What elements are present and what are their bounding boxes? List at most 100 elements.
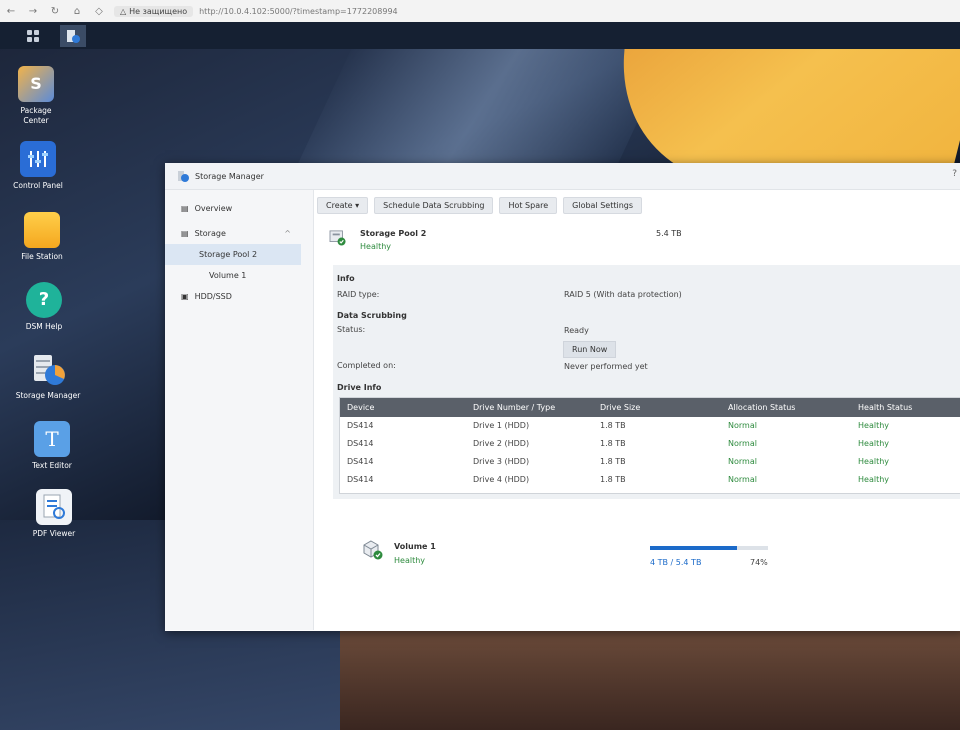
cell-device: DS414 bbox=[347, 439, 374, 448]
address-bar[interactable]: http://10.0.4.102:5000/?timestamp=177220… bbox=[199, 7, 398, 16]
sidebar-item-label: HDD/SSD bbox=[194, 292, 232, 301]
pool-size: 5.4 TB bbox=[656, 229, 682, 238]
pool-name: Storage Pool 2 bbox=[360, 229, 427, 238]
wallpaper-bottom bbox=[340, 630, 960, 730]
security-badge[interactable]: △ Не защищено bbox=[114, 5, 194, 17]
chevron-up-icon[interactable]: ^ bbox=[284, 229, 291, 238]
sidebar-item-storage[interactable]: ▤ Storage ^ bbox=[165, 223, 313, 244]
taskbar-storage-manager[interactable] bbox=[60, 25, 86, 47]
drive-table: Device Drive Number / Type Drive Size Al… bbox=[339, 397, 960, 494]
sidebar-item-hdd[interactable]: ▣ HDD/SSD bbox=[165, 286, 313, 307]
desktop-icon-control-panel[interactable]: Control Panel bbox=[2, 141, 74, 191]
shield-icon[interactable]: ◇ bbox=[88, 6, 110, 17]
grid-icon bbox=[27, 30, 39, 42]
hot-spare-button[interactable]: Hot Spare bbox=[499, 197, 558, 214]
cell-device: DS414 bbox=[347, 457, 374, 466]
column-header[interactable]: Drive Number / Type bbox=[473, 403, 555, 412]
usage-percent: 74% bbox=[750, 558, 768, 567]
sidebar-item-label: Storage Pool 2 bbox=[199, 250, 258, 259]
create-button[interactable]: Create ▾ bbox=[317, 197, 369, 214]
browser-bar: ← → ↻ ⌂ ◇ △ Не защищено http://10.0.4.10… bbox=[0, 0, 960, 23]
sidebar: ▤ Overview ▤ Storage ^ Storage Pool 2 Vo… bbox=[165, 190, 314, 630]
desktop-icon-text-editor[interactable]: T Text Editor bbox=[16, 421, 88, 471]
pool-details-panel: Info RAID type: RAID 5 (With data protec… bbox=[333, 265, 960, 499]
caret-down-icon: ▾ bbox=[355, 201, 360, 210]
home-icon[interactable]: ⌂ bbox=[66, 6, 88, 17]
hdd-icon: ▣ bbox=[181, 292, 189, 301]
table-row[interactable]: DS414 Drive 4 (HDD) 1.8 TB Normal Health… bbox=[340, 471, 960, 489]
table-row[interactable]: DS414 Drive 1 (HDD) 1.8 TB Normal Health… bbox=[340, 417, 960, 435]
sidebar-item-volume[interactable]: Volume 1 bbox=[165, 265, 313, 286]
cell-size: 1.8 TB bbox=[600, 457, 626, 466]
sidebar-item-storage-pool[interactable]: Storage Pool 2 bbox=[165, 244, 301, 265]
main-content: Create ▾ Schedule Data Scrubbing Hot Spa… bbox=[317, 190, 960, 630]
taskbar bbox=[0, 22, 960, 49]
cell-allocation: Normal bbox=[728, 421, 757, 430]
desktop-icon-label: Text Editor bbox=[32, 461, 72, 470]
desktop-icon-label: Control Panel bbox=[13, 181, 63, 190]
forward-icon[interactable]: → bbox=[22, 6, 44, 17]
desktop-icon-label: Storage Manager bbox=[15, 391, 81, 400]
scrub-status-value: Ready bbox=[564, 326, 589, 335]
pdf-viewer-icon bbox=[36, 489, 72, 525]
storage-manager-icon bbox=[67, 30, 80, 43]
cell-drive: Drive 4 (HDD) bbox=[473, 475, 530, 484]
desktop-icon-file-station[interactable]: File Station bbox=[6, 212, 78, 262]
desktop-icon-storage-manager[interactable]: Storage Manager bbox=[12, 351, 84, 401]
cell-drive: Drive 1 (HDD) bbox=[473, 421, 530, 430]
volume-row[interactable]: Volume 1 Healthy 4 TB / 5.4 TB 74% ... bbox=[362, 535, 960, 575]
desktop-icon-label: DSM Help bbox=[25, 322, 63, 331]
run-now-button[interactable]: Run Now bbox=[563, 341, 617, 358]
global-settings-button[interactable]: Global Settings bbox=[563, 197, 643, 214]
column-header[interactable]: Device bbox=[347, 403, 374, 412]
cell-drive: Drive 2 (HDD) bbox=[473, 439, 530, 448]
storage-manager-window: Storage Manager ? ▤ Overview ▤ Storage ^… bbox=[165, 163, 960, 631]
volume-icon bbox=[363, 540, 383, 560]
desktop-icon-pdf-viewer[interactable]: PDF Viewer bbox=[18, 489, 90, 539]
cell-size: 1.8 TB bbox=[600, 439, 626, 448]
package-center-icon: S bbox=[18, 66, 54, 102]
help-icon[interactable]: ? bbox=[952, 169, 957, 179]
cell-allocation: Normal bbox=[728, 475, 757, 484]
back-icon[interactable]: ← bbox=[0, 6, 22, 17]
schedule-scrubbing-button[interactable]: Schedule Data Scrubbing bbox=[374, 197, 494, 214]
desktop-icon-package-center[interactable]: S Package Center bbox=[0, 66, 72, 126]
sidebar-item-overview[interactable]: ▤ Overview bbox=[165, 198, 313, 219]
cell-allocation: Normal bbox=[728, 439, 757, 448]
cell-drive: Drive 3 (HDD) bbox=[473, 457, 530, 466]
desktop-icon-dsm-help[interactable]: ? DSM Help bbox=[8, 282, 80, 332]
cell-size: 1.8 TB bbox=[600, 421, 626, 430]
desktop-icon-label: Package bbox=[20, 106, 52, 115]
storage-icon: ▤ bbox=[181, 229, 189, 238]
storage-manager-icon bbox=[30, 351, 66, 387]
info-heading: Info bbox=[337, 274, 355, 283]
raid-type-label: RAID type: bbox=[337, 290, 380, 299]
window-title: Storage Manager bbox=[195, 171, 264, 181]
scrubbing-heading: Data Scrubbing bbox=[337, 311, 407, 320]
pool-status: Healthy bbox=[360, 242, 392, 251]
drive-info-heading: Drive Info bbox=[337, 383, 382, 392]
table-header: Device Drive Number / Type Drive Size Al… bbox=[340, 398, 960, 417]
window-titlebar[interactable]: Storage Manager bbox=[165, 163, 960, 190]
table-row[interactable]: DS414 Drive 2 (HDD) 1.8 TB Normal Health… bbox=[340, 435, 960, 453]
raid-type-value: RAID 5 (With data protection) bbox=[564, 290, 682, 299]
column-header[interactable]: Allocation Status bbox=[728, 403, 795, 412]
security-label: Не защищено bbox=[129, 6, 188, 16]
usage-bar-fill bbox=[650, 546, 738, 550]
toolbar: Create ▾ Schedule Data Scrubbing Hot Spa… bbox=[317, 197, 643, 214]
desktop-icon-label: Center bbox=[23, 116, 49, 125]
storage-pool-icon bbox=[329, 230, 346, 246]
main-menu-button[interactable] bbox=[20, 25, 46, 47]
cell-health: Healthy bbox=[858, 439, 890, 448]
scrub-status-label: Status: bbox=[337, 325, 366, 334]
cell-size: 1.8 TB bbox=[600, 475, 626, 484]
storage-pool-header[interactable]: Storage Pool 2 Healthy 5.4 TB bbox=[329, 226, 960, 256]
reload-icon[interactable]: ↻ bbox=[44, 6, 66, 17]
table-row[interactable]: DS414 Drive 3 (HDD) 1.8 TB Normal Health… bbox=[340, 453, 960, 471]
sidebar-item-label: Storage bbox=[194, 229, 226, 238]
column-header[interactable]: Health Status bbox=[858, 403, 912, 412]
cell-device: DS414 bbox=[347, 421, 374, 430]
volume-status: Healthy bbox=[394, 556, 426, 565]
column-header[interactable]: Drive Size bbox=[600, 403, 640, 412]
cell-device: DS414 bbox=[347, 475, 374, 484]
